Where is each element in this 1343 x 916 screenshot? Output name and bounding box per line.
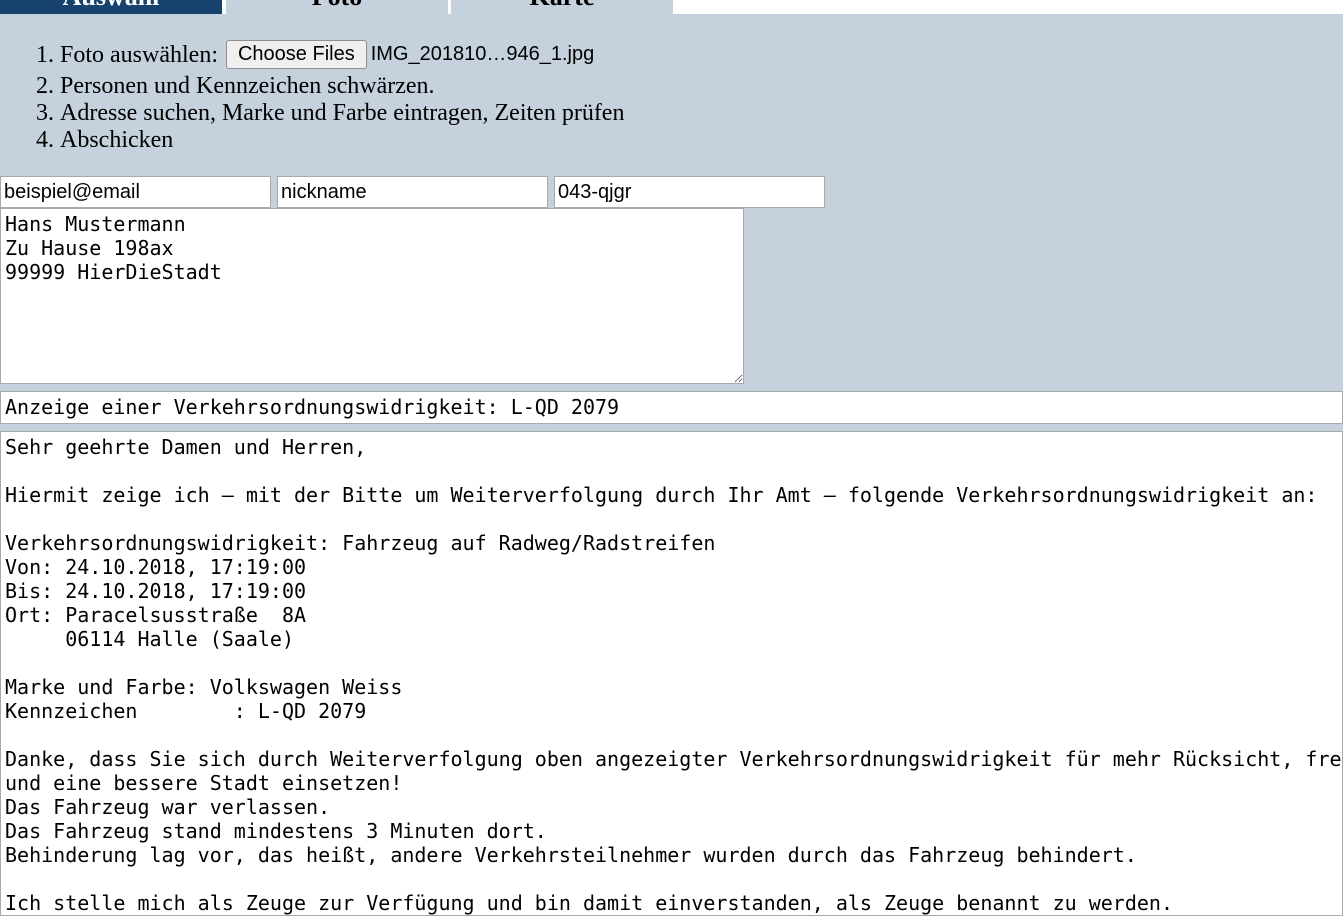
subject-field[interactable]: Anzeige einer Verkehrsordnungswidrigkeit… (0, 391, 1343, 424)
step-4-label: Abschicken (60, 127, 174, 153)
step-select-photo: Foto auswählen: Choose FilesIMG_201810…9… (60, 39, 624, 73)
steps-list: Foto auswählen: Choose FilesIMG_201810…9… (0, 39, 624, 154)
tab-foto-label: Foto (226, 0, 448, 10)
report-body-textarea[interactable]: Sehr geehrte Damen und Herren, Hiermit z… (0, 431, 1343, 916)
address-textarea[interactable]: Hans Mustermann Zu Hause 198ax 99999 Hie… (0, 208, 744, 384)
tab-auswahl-label: Auswahl (0, 0, 222, 10)
step-1-label: Foto auswählen: (60, 42, 218, 68)
step-blackout: Personen und Kennzeichen schwärzen. (60, 73, 624, 100)
step-3-label: Adresse suchen, Marke und Farbe eintrage… (60, 100, 625, 126)
choose-files-button[interactable]: Choose Files (225, 39, 367, 69)
tab-foto[interactable]: Foto (226, 0, 448, 14)
selected-file-name: IMG_201810…946_1.jpg (370, 43, 595, 66)
tab-karte[interactable]: Karte (451, 0, 673, 14)
tab-auswahl[interactable]: Auswahl (0, 0, 222, 14)
tab-bar: Auswahl Foto Karte (0, 0, 1343, 14)
step-submit: Abschicken (60, 127, 624, 154)
step-2-label: Personen und Kennzeichen schwärzen. (60, 73, 435, 99)
tab-karte-label: Karte (451, 0, 673, 10)
step-address: Adresse suchen, Marke und Farbe eintrage… (60, 100, 624, 127)
code-field[interactable] (554, 176, 825, 208)
email-field[interactable] (0, 176, 271, 208)
nickname-field[interactable] (277, 176, 548, 208)
